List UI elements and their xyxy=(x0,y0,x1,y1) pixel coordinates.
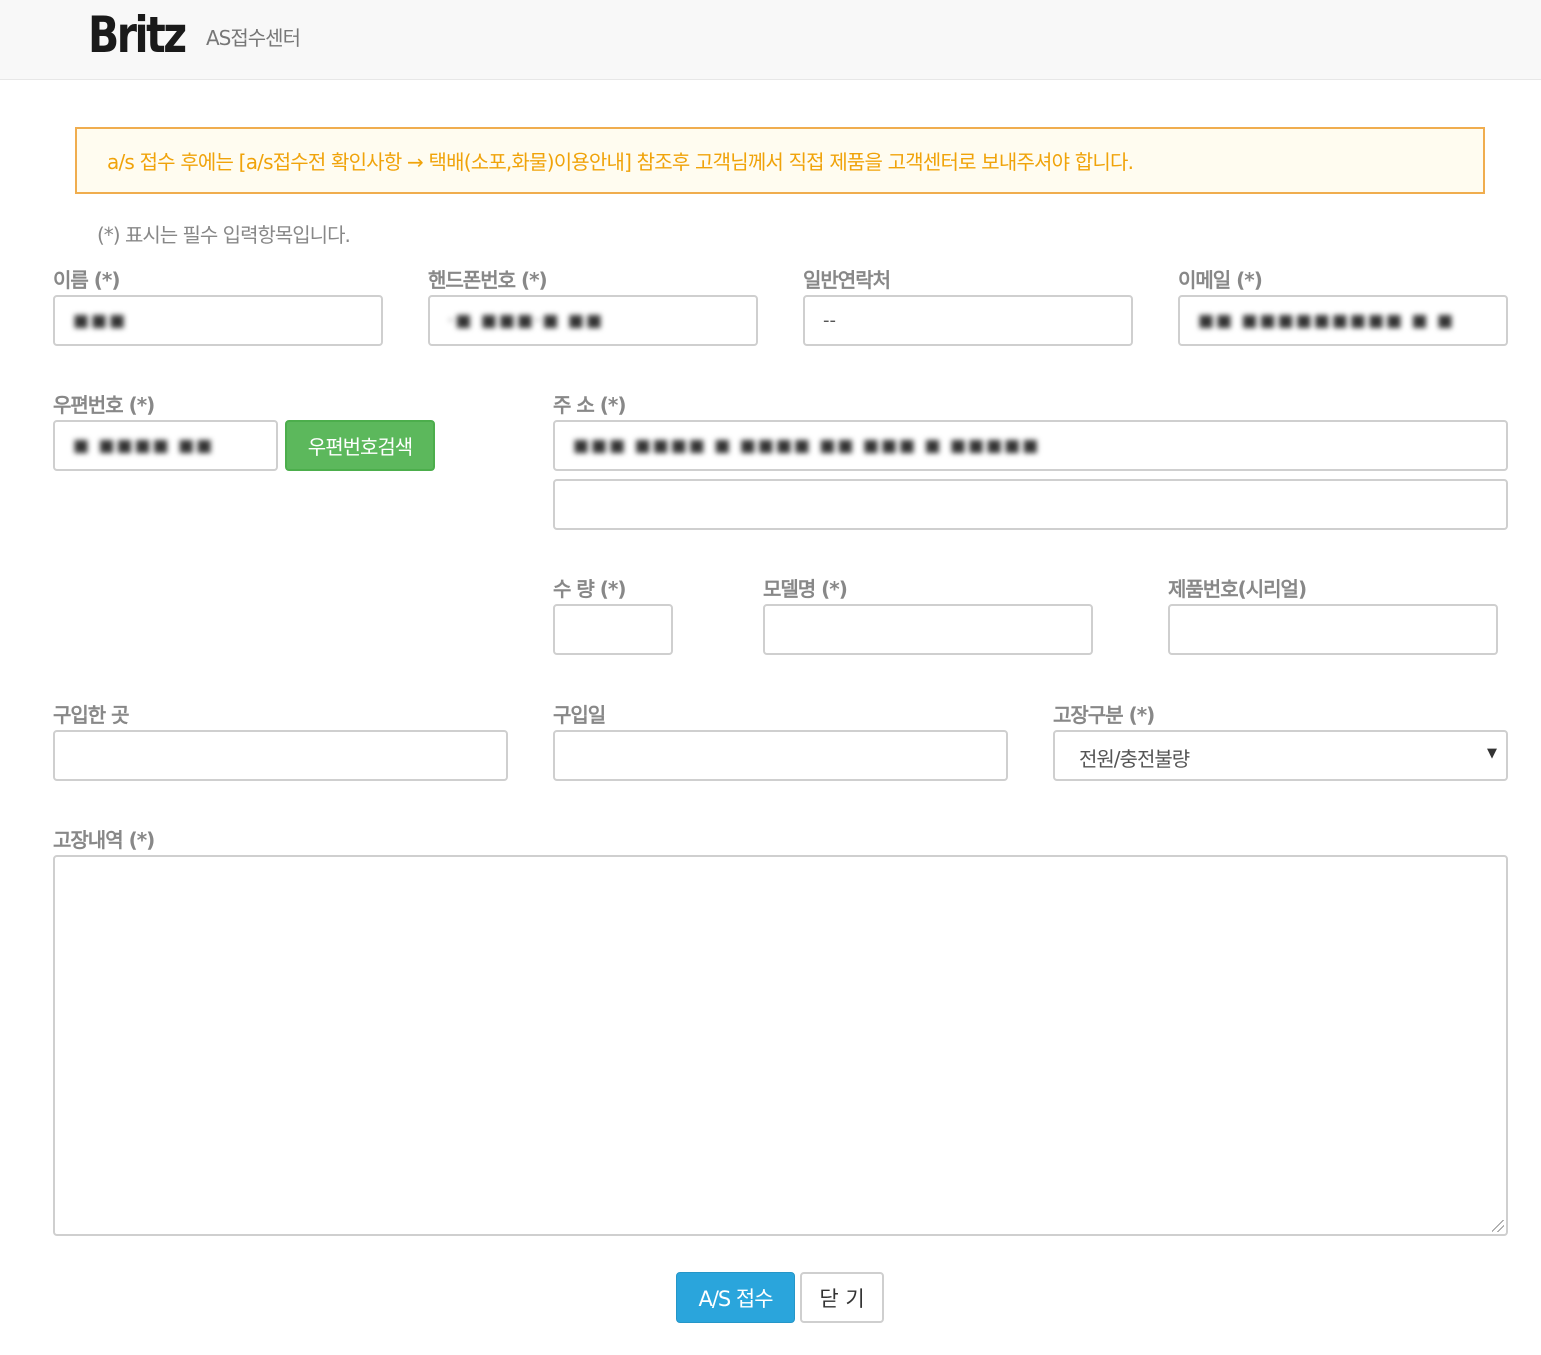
mobile-label: 핸드폰번호 (*) xyxy=(428,268,548,292)
address-label: 주 소 (*) xyxy=(553,393,626,417)
name-label: 이름 (*) xyxy=(53,268,121,292)
quantity-input[interactable] xyxy=(553,604,673,655)
mobile-input[interactable] xyxy=(428,295,758,346)
address-detail-input[interactable] xyxy=(553,479,1508,530)
phone-label: 일반연락처 xyxy=(803,268,891,292)
fault-type-select[interactable]: 전원/충전불량 ▼ xyxy=(1053,730,1508,781)
serial-input[interactable] xyxy=(1168,604,1498,655)
model-input[interactable] xyxy=(763,604,1093,655)
address-input[interactable] xyxy=(553,420,1508,471)
store-input[interactable] xyxy=(53,730,508,781)
required-note: (*) 표시는 필수 입력항목입니다. xyxy=(97,223,351,247)
header: Britz AS접수센터 xyxy=(0,0,1541,80)
fault-type-label: 고장구분 (*) xyxy=(1053,703,1155,727)
fault-detail-label: 고장내역 (*) xyxy=(53,828,155,852)
notice-banner: a/s 접수 후에는 [a/s접수전 확인사항 → 택배(소포,화물)이용안내]… xyxy=(75,127,1485,194)
quantity-label: 수 량 (*) xyxy=(553,577,626,601)
serial-label: 제품번호(시리얼) xyxy=(1168,577,1307,601)
email-label: 이메일 (*) xyxy=(1178,268,1263,292)
store-label: 구입한 곳 xyxy=(53,703,130,727)
purchase-date-input[interactable] xyxy=(553,730,1008,781)
fault-detail-textarea[interactable] xyxy=(53,855,1508,1236)
dropdown-caret-icon: ▼ xyxy=(1487,746,1497,761)
email-input[interactable] xyxy=(1178,295,1508,346)
purchase-date-label: 구입일 xyxy=(553,703,606,727)
model-label: 모델명 (*) xyxy=(763,577,848,601)
zipcode-search-button[interactable]: 우편번호검색 xyxy=(285,420,435,471)
zipcode-input[interactable] xyxy=(53,420,278,471)
name-input[interactable] xyxy=(53,295,383,346)
close-button[interactable]: 닫 기 xyxy=(800,1272,884,1323)
britz-logo[interactable]: Britz xyxy=(88,6,187,64)
as-submit-button[interactable]: A/S 접수 xyxy=(676,1272,795,1323)
zipcode-label: 우편번호 (*) xyxy=(53,393,155,417)
fault-type-selected-value: 전원/충전불량 xyxy=(1079,747,1190,771)
resize-grip-icon[interactable] xyxy=(1492,1220,1504,1232)
site-title: AS접수센터 xyxy=(206,26,301,50)
phone-input[interactable] xyxy=(803,295,1133,346)
